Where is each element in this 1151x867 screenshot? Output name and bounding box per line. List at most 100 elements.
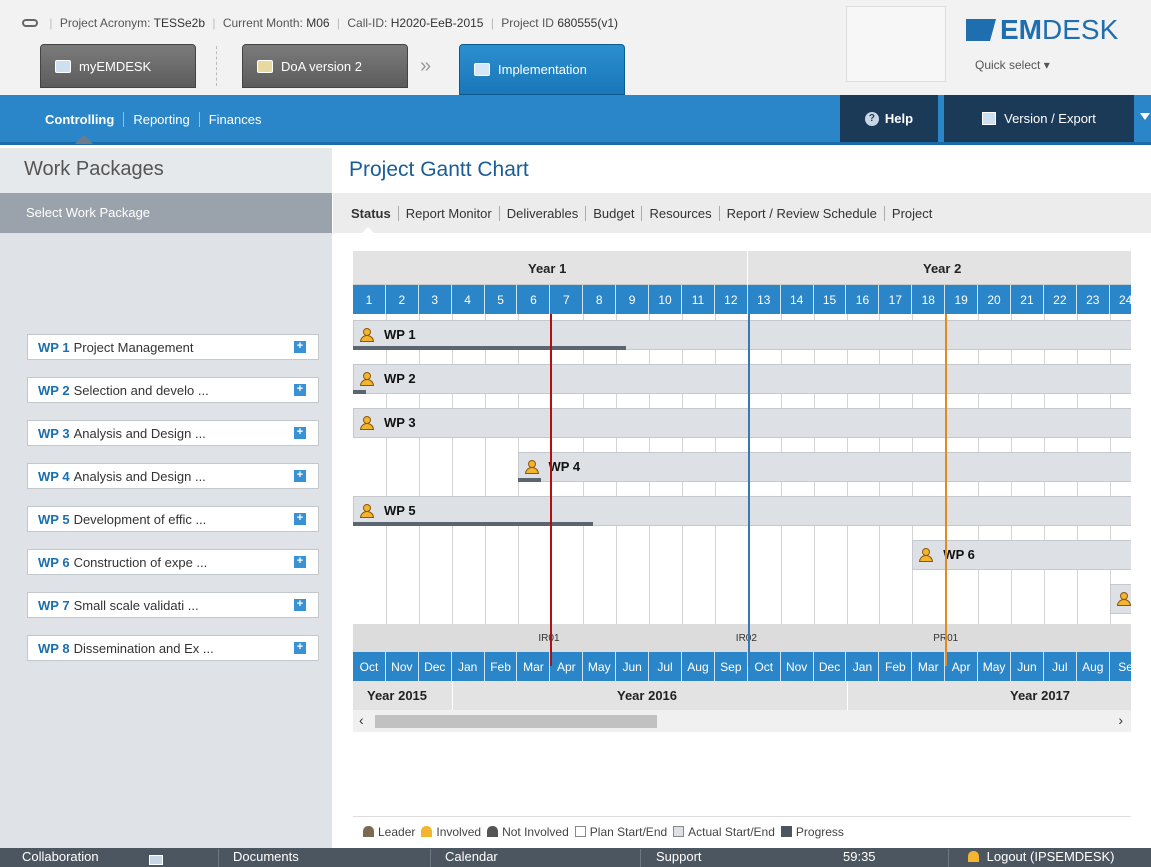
calendar-month-cell: Apr — [945, 652, 979, 681]
main-content: Project Gantt Chart Status Report Monito… — [333, 148, 1151, 848]
month-cell: 17 — [879, 285, 913, 314]
month-cell: 5 — [485, 285, 518, 314]
calendar-year-label: Year 2017 — [1010, 688, 1071, 703]
implementation-icon — [474, 63, 490, 76]
emdesk-logo: EMDESK — [966, 14, 1118, 46]
wp-list-item-6[interactable]: WP 6 Construction of expe ... + — [27, 549, 319, 575]
emdesk-mark-icon — [966, 19, 996, 41]
calendar-month-cell: Mar — [912, 652, 946, 681]
wp-title: Analysis and Design ... — [73, 468, 206, 484]
mail-icon[interactable] — [149, 852, 163, 867]
double-chevron-icon: » — [420, 55, 432, 77]
gantt-bar-label: WP 3 — [384, 415, 416, 430]
tab-report-monitor[interactable]: Report Monitor — [399, 206, 500, 221]
horizontal-scrollbar[interactable]: ‹ › — [353, 710, 1131, 732]
nav-finances[interactable]: Finances — [200, 112, 271, 127]
wp-list-item-2[interactable]: WP 2 Selection and develo ... + — [27, 377, 319, 403]
month-cell: 12 — [715, 285, 748, 314]
leader-icon — [363, 826, 374, 837]
call-id-label: Call-ID: — [347, 16, 388, 30]
tab-myemdesk[interactable]: myEMDESK — [40, 44, 196, 88]
project-year-row: Year 1 Year 2 — [353, 251, 1131, 285]
gantt-bar[interactable] — [1109, 584, 1131, 614]
calendar-month-cell: Nov — [781, 652, 814, 681]
calendar-month-cell: Jan — [452, 652, 485, 681]
tab-doa-label: DoA version 2 — [281, 58, 362, 74]
legend-involved: Involved — [421, 825, 481, 848]
calendar-month-cell: Mar — [518, 652, 551, 681]
main-nav: Controlling Reporting Finances ? Help Ve… — [0, 95, 1151, 145]
calendar-year-label: Year 2015 — [367, 688, 428, 703]
calendar-month-cell: Sep — [715, 652, 748, 681]
calendar-month-cell: May — [978, 652, 1011, 681]
wp-list-item-8[interactable]: WP 8 Dissemination and Ex ... + — [27, 635, 319, 661]
tab-report-review-schedule[interactable]: Report / Review Schedule — [720, 206, 885, 221]
quick-select-dropdown[interactable]: Quick select ▾ — [975, 58, 1050, 72]
project-acronym-label: Project Acronym: — [59, 16, 151, 30]
wp-list-item-1[interactable]: WP 1 Project Management + — [27, 334, 319, 360]
tab-resources[interactable]: Resources — [642, 206, 720, 221]
wp-list-item-7[interactable]: WP 7 Small scale validati ... + — [27, 592, 319, 618]
gantt-bar[interactable]: WP 3 — [353, 408, 1131, 438]
milestone-line — [747, 314, 750, 666]
wp-code: WP 2 — [38, 382, 70, 398]
tab-implementation[interactable]: Implementation — [459, 44, 625, 95]
wp-list-item-4[interactable]: WP 4 Analysis and Design ... + — [27, 463, 319, 489]
project-id-label: Project ID — [501, 16, 554, 30]
tab-budget[interactable]: Budget — [586, 206, 643, 221]
help-button[interactable]: ? Help — [840, 95, 938, 142]
footer-support[interactable]: Support — [656, 849, 702, 864]
tab-project[interactable]: Project — [885, 206, 939, 221]
expand-icon[interactable]: + — [294, 427, 306, 439]
work-packages-panel: Work Packages Select Work Package WP 1 P… — [0, 148, 332, 848]
project-id: 680555(v1) — [557, 16, 619, 30]
expand-icon[interactable]: + — [294, 556, 306, 568]
footer-documents[interactable]: Documents — [233, 849, 299, 864]
wp-list-item-5[interactable]: WP 5 Development of effic ... + — [27, 506, 319, 532]
month-cell: 13 — [748, 285, 781, 314]
gantt-bar[interactable]: WP 4 — [517, 452, 1131, 482]
gantt-bar-label: WP 4 — [548, 459, 581, 474]
page-title: Project Gantt Chart — [349, 158, 529, 181]
calendar-month-cell: Dec — [814, 652, 847, 681]
month-cell: 24 — [1110, 285, 1131, 314]
expand-icon[interactable]: + — [294, 470, 306, 482]
wp-title: Selection and develo ... — [73, 382, 209, 398]
calendar-month-row: Oct Nov Dec Jan Feb Mar Apr May Jun Jul Aug Sep Oct N… — [353, 652, 1131, 681]
scroll-left-icon[interactable]: ‹ — [359, 712, 364, 728]
month-cell: 1 — [353, 285, 386, 314]
nav-reporting[interactable]: Reporting — [124, 112, 200, 127]
scroll-right-icon[interactable]: › — [1118, 712, 1123, 728]
tab-doa-version[interactable]: DoA version 2 — [242, 44, 408, 88]
footer-collaboration[interactable]: Collaboration — [22, 849, 99, 864]
tab-status[interactable]: Status — [351, 206, 399, 221]
version-export-button[interactable]: Version / Export — [944, 95, 1134, 142]
expand-icon[interactable]: + — [294, 642, 306, 654]
scroll-thumb[interactable] — [375, 715, 657, 728]
tab-deliverables[interactable]: Deliverables — [500, 206, 587, 221]
wp-code: WP 5 — [38, 511, 70, 527]
calendar-month-cell: Aug — [682, 652, 715, 681]
expand-icon[interactable]: + — [294, 384, 306, 396]
logout-button[interactable]: Logout (IPSEMDESK) — [968, 849, 1115, 864]
wp-title: Analysis and Design ... — [73, 425, 206, 441]
involved-user-icon — [360, 504, 374, 518]
calendar-month-cell: Jan — [847, 652, 880, 681]
caret-down-icon[interactable] — [1140, 113, 1150, 120]
month-cell: 22 — [1044, 285, 1077, 314]
footer-calendar[interactable]: Calendar — [445, 849, 498, 864]
expand-icon[interactable]: + — [294, 341, 306, 353]
calendar-year-row: Year 2015 Year 2016 Year 2017 — [353, 681, 1131, 710]
month-cell: 14 — [781, 285, 814, 314]
expand-icon[interactable]: + — [294, 599, 306, 611]
year-divider — [847, 681, 848, 710]
involved-user-icon — [360, 372, 374, 386]
nav-controlling[interactable]: Controlling — [28, 112, 125, 127]
gantt-bar[interactable]: WP 2 — [353, 364, 1131, 394]
legend-label: Plan Start/End — [589, 825, 668, 839]
wp-list-item-3[interactable]: WP 3 Analysis and Design ... + — [27, 420, 319, 446]
expand-icon[interactable]: + — [294, 513, 306, 525]
grid-line — [385, 314, 387, 624]
call-id: H2020-EeB-2015 — [390, 16, 484, 30]
project-month-row: 1 2 3 4 5 6 7 8 9 10 11 12 13 14 15 16 17 18 19 20 21 22 23 24 — [353, 285, 1131, 314]
